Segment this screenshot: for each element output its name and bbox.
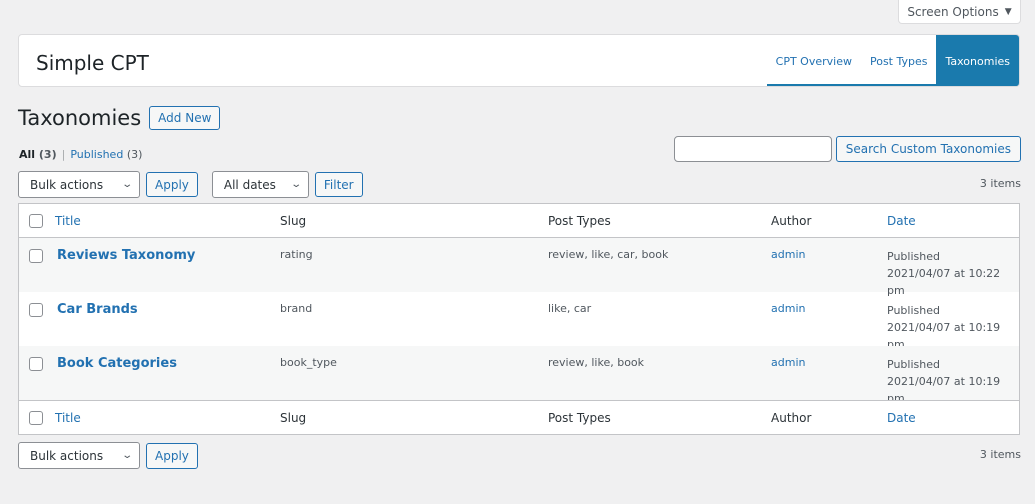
row-status: Published: [887, 304, 940, 317]
bulk-actions-value: Bulk actions: [30, 177, 104, 192]
column-post-types: Post Types: [548, 214, 611, 228]
select-all-checkbox[interactable]: [29, 214, 43, 228]
footer-column-date[interactable]: Date: [887, 411, 916, 425]
footer-column-slug: Slug: [280, 411, 307, 425]
page-title-row: Taxonomies Add New: [18, 106, 221, 130]
caret-down-icon: ▼: [1004, 6, 1012, 17]
bulk-actions-select-top[interactable]: Bulk actions ⌄: [18, 171, 140, 198]
add-new-button[interactable]: Add New: [149, 106, 221, 130]
dates-value: All dates: [223, 177, 276, 192]
search-button[interactable]: Search Custom Taxonomies: [835, 136, 1021, 162]
column-date[interactable]: Date: [887, 214, 916, 228]
row-status: Published: [887, 358, 940, 371]
table-row: Car Brands brand like, car admin Publish…: [19, 292, 1019, 351]
screen-options-label: Screen Options: [907, 4, 999, 19]
row-checkbox[interactable]: [29, 249, 43, 263]
row-post-types: like, car: [548, 302, 592, 315]
column-title[interactable]: Title: [55, 214, 81, 228]
table-row: Book Categories book_type review, like, …: [19, 346, 1019, 405]
table-row: Reviews Taxonomy rating review, like, ca…: [19, 238, 1019, 297]
search-box: Search Custom Taxonomies: [673, 136, 1021, 162]
row-title-link[interactable]: Car Brands: [57, 302, 138, 317]
items-count-top: 3 items: [979, 177, 1021, 190]
filter-all-label: All: [19, 148, 36, 161]
filter-published-label: Published: [70, 148, 124, 161]
filter-all-link[interactable]: All (3): [19, 148, 57, 161]
row-author-link[interactable]: admin: [771, 356, 805, 369]
filter-published-count: (3): [126, 148, 143, 161]
row-status: Published: [887, 250, 940, 263]
footer-column-author: Author: [771, 411, 812, 425]
app-title: Simple CPT: [36, 51, 149, 75]
filter-separator: |: [61, 148, 66, 161]
column-author: Author: [771, 214, 812, 228]
table-footer: Title Slug Post Types Author Date: [19, 400, 1019, 434]
tablenav-bottom: Bulk actions ⌄ Apply: [18, 442, 198, 469]
tablenav-top: Bulk actions ⌄ Apply All dates ⌄ Filter: [18, 171, 363, 198]
row-author-link[interactable]: admin: [771, 248, 805, 261]
bulk-actions-select-bottom[interactable]: Bulk actions ⌄: [18, 442, 140, 469]
apply-button-top[interactable]: Apply: [146, 172, 198, 197]
row-slug: rating: [280, 248, 313, 261]
row-title-link[interactable]: Reviews Taxonomy: [57, 248, 195, 263]
chevron-down-icon: ⌄: [289, 179, 302, 190]
apply-button-bottom[interactable]: Apply: [146, 442, 198, 469]
row-slug: book_type: [280, 356, 337, 369]
filter-all-count: (3): [38, 148, 57, 161]
plugin-header: Simple CPT CPT Overview Post Types Taxon…: [18, 34, 1020, 87]
row-slug: brand: [280, 302, 313, 315]
row-author-link[interactable]: admin: [771, 302, 805, 315]
row-post-types: review, like, car, book: [548, 248, 669, 261]
page-title: Taxonomies: [18, 106, 142, 130]
tab-taxonomies[interactable]: Taxonomies: [936, 35, 1019, 86]
header-tabs: CPT Overview Post Types Taxonomies: [766, 35, 1019, 86]
chevron-down-icon: ⌄: [120, 450, 133, 461]
row-checkbox[interactable]: [29, 357, 43, 371]
row-checkbox[interactable]: [29, 303, 43, 317]
filter-button[interactable]: Filter: [314, 172, 363, 197]
footer-column-title[interactable]: Title: [55, 411, 81, 425]
status-filters: All (3) | Published (3): [19, 148, 142, 161]
row-title-link[interactable]: Book Categories: [57, 356, 177, 371]
chevron-down-icon: ⌄: [120, 179, 133, 190]
select-all-checkbox-footer[interactable]: [29, 411, 43, 425]
taxonomies-table: Title Slug Post Types Author Date Review…: [18, 203, 1020, 435]
search-input[interactable]: [673, 136, 832, 162]
bulk-actions-value: Bulk actions: [30, 448, 104, 463]
footer-column-post-types: Post Types: [548, 411, 611, 425]
row-post-types: review, like, book: [548, 356, 645, 369]
column-slug: Slug: [280, 214, 307, 228]
tab-cpt-overview[interactable]: CPT Overview: [766, 35, 861, 86]
filter-published-link[interactable]: Published (3): [70, 148, 142, 161]
table-header: Title Slug Post Types Author Date: [19, 204, 1019, 238]
tab-post-types[interactable]: Post Types: [860, 35, 937, 86]
items-count-bottom: 3 items: [979, 448, 1021, 461]
dates-select[interactable]: All dates ⌄: [211, 171, 309, 198]
screen-options-button[interactable]: Screen Options ▼: [898, 0, 1021, 24]
